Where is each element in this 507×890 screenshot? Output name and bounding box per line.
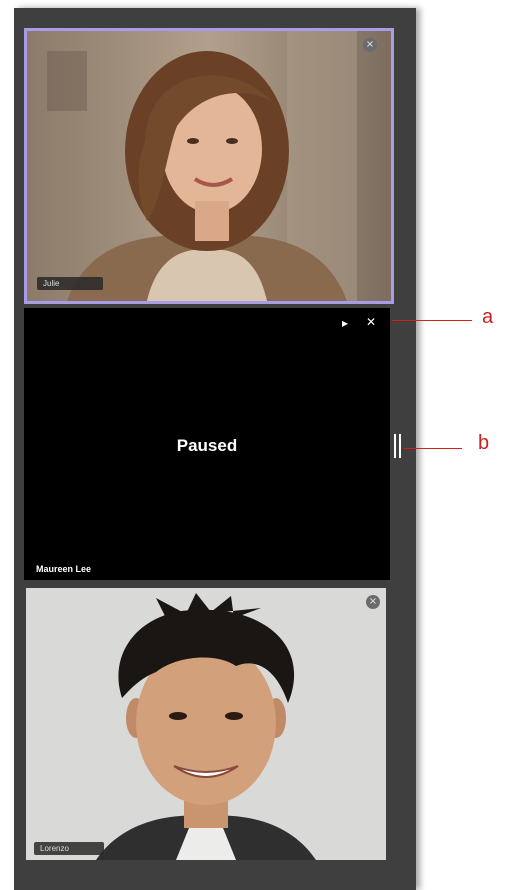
close-icon[interactable]: × <box>366 595 380 609</box>
play-icon[interactable]: ▸ <box>342 316 348 330</box>
pause-bar-left <box>394 434 396 458</box>
participant-video-3 <box>26 588 386 860</box>
participant-tile-1[interactable]: × Julie <box>24 28 394 304</box>
callout-label-b: b <box>478 432 490 454</box>
callout-line-b <box>404 448 462 449</box>
participant-name-tag: Lorenzo <box>34 842 104 855</box>
callout-label-a: a <box>482 306 494 328</box>
pause-bar-right <box>399 434 401 458</box>
participant-video-1 <box>27 31 391 301</box>
callout-line-a <box>392 320 472 321</box>
close-icon[interactable]: × <box>363 38 377 52</box>
close-icon[interactable]: ✕ <box>366 315 376 329</box>
paused-status: Paused <box>176 436 238 455</box>
participant-name-tag: Julie <box>37 277 103 290</box>
video-call-window: × Julie ▸ ✕ Paused Maureen Lee × Lorenzo… <box>0 0 507 890</box>
participant-tile-3[interactable]: × Lorenzo <box>26 588 386 860</box>
participant-name-tag: Maureen Lee <box>36 564 92 574</box>
participant-tile-2[interactable]: ▸ ✕ Paused Maureen Lee <box>24 308 390 580</box>
